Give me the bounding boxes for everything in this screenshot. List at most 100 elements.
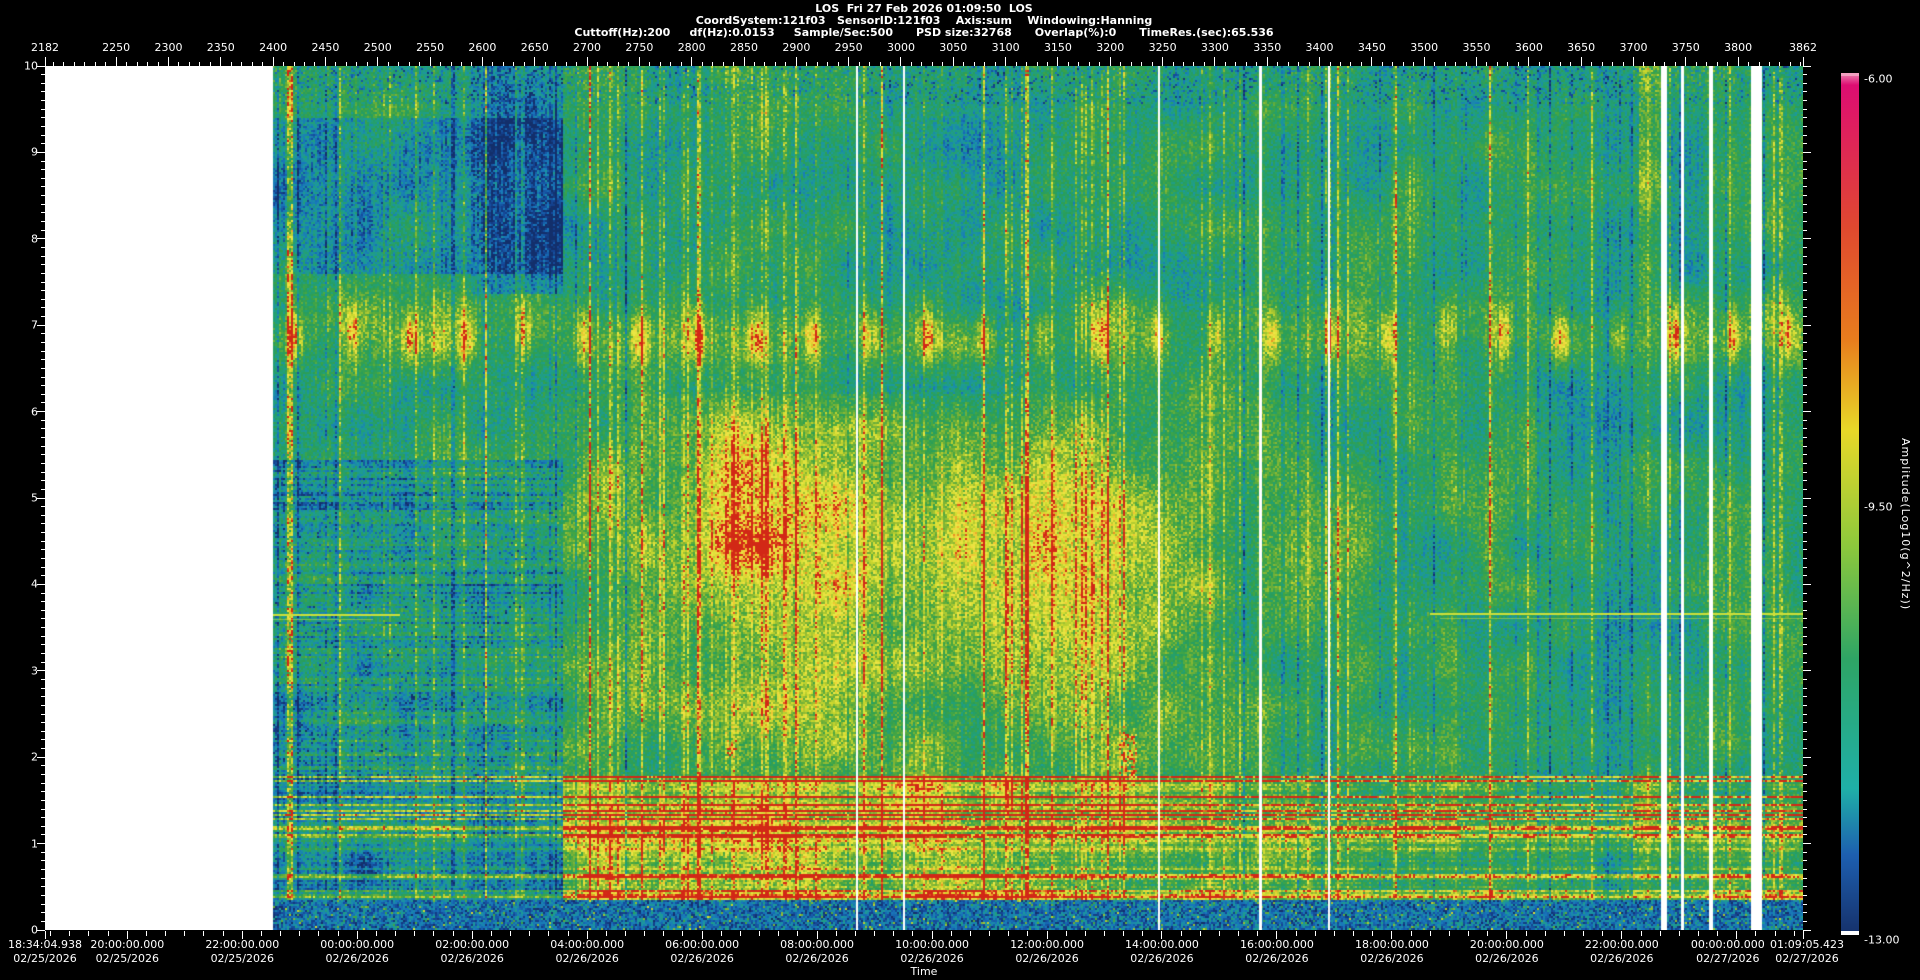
- bottom-axis-minor-tick: [433, 931, 434, 936]
- bottom-axis-minor-tick: [1238, 931, 1239, 936]
- bottom-axis-date-label: 02/25/2026: [13, 952, 76, 965]
- y-axis-right-minor-tick: [1803, 385, 1807, 386]
- top-axis-tick-label: 3150: [1044, 41, 1072, 54]
- y-axis-right-minor-tick: [1803, 195, 1807, 196]
- bottom-axis-minor-tick: [165, 931, 166, 936]
- y-axis-tick-label: 4: [8, 578, 38, 591]
- y-axis-right-minor-tick: [1803, 282, 1807, 283]
- y-axis-major-tick: [37, 757, 45, 758]
- y-axis-right-minor-tick: [1803, 247, 1807, 248]
- y-axis-tick-label: 1: [8, 837, 38, 850]
- bottom-axis-minor-tick: [50, 931, 51, 936]
- y-axis-right-minor-tick: [1803, 342, 1807, 343]
- bottom-axis-minor-tick: [146, 931, 147, 936]
- top-axis-tick-label: 2250: [102, 41, 130, 54]
- y-axis-right-major-tick: [1803, 498, 1811, 499]
- y-axis-right-minor-tick: [1803, 852, 1807, 853]
- top-axis-tick-label: 2400: [259, 41, 287, 54]
- y-axis-right-minor-tick: [1803, 523, 1807, 524]
- bottom-axis-minor-tick: [1181, 931, 1182, 936]
- colorbar-bottom-tick: [1841, 931, 1859, 935]
- y-axis-tick-label: 5: [8, 492, 38, 505]
- y-axis-right-minor-tick: [1803, 774, 1807, 775]
- top-axis-tick-label: 3600: [1515, 41, 1543, 54]
- y-axis-major-tick: [37, 238, 45, 239]
- top-axis-tick-label: 3700: [1619, 41, 1647, 54]
- y-axis-right-minor-tick: [1803, 359, 1807, 360]
- y-axis-right-minor-tick: [1803, 593, 1807, 594]
- y-axis-right-minor-tick: [1803, 783, 1807, 784]
- y-axis-right-minor-tick: [1803, 765, 1807, 766]
- bottom-axis-minor-tick: [606, 931, 607, 936]
- y-axis-right-major-tick: [1803, 66, 1811, 67]
- y-axis-right-minor-tick: [1803, 299, 1807, 300]
- y-axis-tick-label: 8: [8, 232, 38, 245]
- y-axis-right-minor-tick: [1803, 377, 1807, 378]
- y-axis-right-minor-tick: [1803, 91, 1807, 92]
- bottom-axis-minor-tick: [778, 931, 779, 936]
- bottom-axis-minor-tick: [1296, 931, 1297, 936]
- bottom-axis-minor-tick: [912, 931, 913, 936]
- top-axis-tick-label: 3050: [939, 41, 967, 54]
- y-axis-right-minor-tick: [1803, 904, 1807, 905]
- y-axis-tick-label: 9: [8, 146, 38, 159]
- y-axis-right-minor-tick: [1803, 912, 1807, 913]
- bottom-axis-minor-tick: [1449, 931, 1450, 936]
- top-axis-tick-label: 2182: [31, 41, 59, 54]
- y-axis-right-minor-tick: [1803, 264, 1807, 265]
- bottom-axis-minor-tick: [1755, 931, 1756, 936]
- bottom-axis-time-label: 00:00:00.000: [1691, 938, 1765, 951]
- y-axis-right-minor-tick: [1803, 636, 1807, 637]
- y-axis-right-minor-tick: [1803, 644, 1807, 645]
- y-axis-right-minor-tick: [1803, 705, 1807, 706]
- y-axis-right-major-tick: [1803, 930, 1811, 931]
- bottom-axis-minor-tick: [1564, 931, 1565, 936]
- y-axis-right-minor-tick: [1803, 895, 1807, 896]
- bottom-axis-minor-tick: [1698, 931, 1699, 936]
- bottom-axis-minor-tick: [299, 931, 300, 936]
- top-axis-tick-label: 2850: [730, 41, 758, 54]
- y-axis-right-minor-tick: [1803, 100, 1807, 101]
- bottom-axis-minor-tick: [644, 931, 645, 936]
- top-axis-tick-label: 2500: [364, 41, 392, 54]
- bottom-axis-time-label: 00:00:00.000: [320, 938, 394, 951]
- bottom-axis-minor-tick: [280, 931, 281, 936]
- bottom-axis-minor-tick: [951, 931, 952, 936]
- bottom-axis-minor-tick: [1008, 931, 1009, 936]
- header-params-line2: Cuttoff(Hz):200 df(Hz):0.0153 Sample/Sec…: [0, 26, 1848, 39]
- bottom-axis-minor-tick: [1315, 931, 1316, 936]
- bottom-axis-minor-tick: [338, 931, 339, 936]
- top-axis-tick-label: 3300: [1201, 41, 1229, 54]
- colorbar-label-mid: -9.50: [1864, 501, 1892, 514]
- y-axis-right-minor-tick: [1803, 688, 1807, 689]
- bottom-axis-date-label: 02/26/2026: [1130, 952, 1193, 965]
- y-axis-right-minor-tick: [1803, 117, 1807, 118]
- bottom-axis-minor-tick: [568, 931, 569, 936]
- spectrogram-canvas[interactable]: [45, 66, 1803, 930]
- y-axis-right-minor-tick: [1803, 446, 1807, 447]
- y-axis-major-tick: [37, 498, 45, 499]
- colorbar-label-min: -13.00: [1864, 934, 1899, 947]
- bottom-axis-minor-tick: [1602, 931, 1603, 936]
- y-axis-right-minor-tick: [1803, 601, 1807, 602]
- y-axis-right-minor-tick: [1803, 273, 1807, 274]
- bottom-axis-minor-tick: [759, 931, 760, 936]
- bottom-axis-minor-tick: [682, 931, 683, 936]
- bottom-axis-minor-tick: [1066, 931, 1067, 936]
- bottom-axis-time-label: 06:00:00.000: [665, 938, 739, 951]
- y-axis-right-minor-tick: [1803, 186, 1807, 187]
- y-axis-right-minor-tick: [1803, 731, 1807, 732]
- bottom-axis-time-label: 01:09:05.423: [1770, 938, 1844, 951]
- y-axis-tick-label: 2: [8, 751, 38, 764]
- y-axis-right-minor-tick: [1803, 567, 1807, 568]
- y-axis-major-tick: [37, 66, 45, 67]
- y-axis-right-minor-tick: [1803, 549, 1807, 550]
- y-axis-right-major-tick: [1803, 238, 1811, 239]
- y-axis-right-major-tick: [1803, 411, 1811, 412]
- bottom-axis-date-label: 02/26/2026: [1590, 952, 1653, 965]
- bottom-axis-minor-tick: [1104, 931, 1105, 936]
- top-axis-tick-label: 3400: [1306, 41, 1334, 54]
- y-axis-right-major-tick: [1803, 843, 1811, 844]
- top-axis-tick-label: 2600: [468, 41, 496, 54]
- bottom-axis-minor-tick: [395, 931, 396, 936]
